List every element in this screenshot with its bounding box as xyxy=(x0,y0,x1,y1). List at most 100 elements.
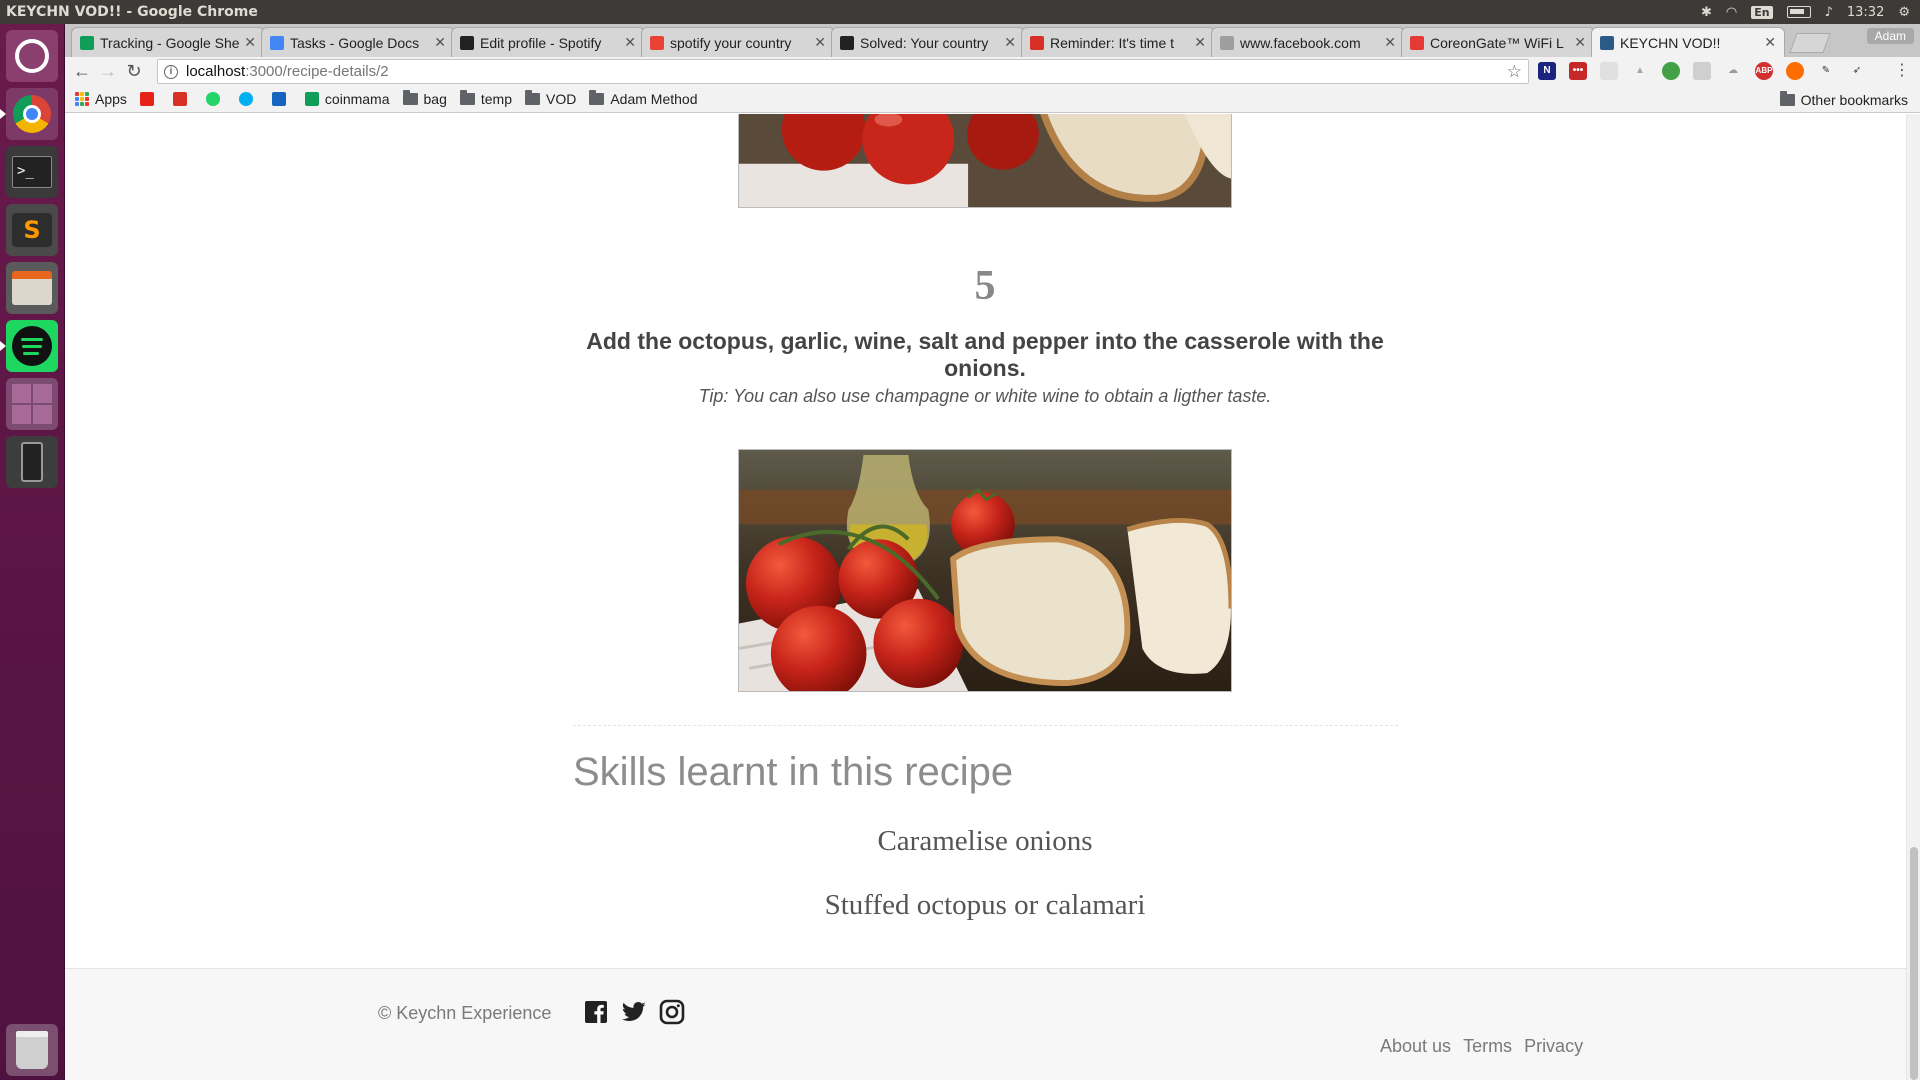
scrollbar-thumb[interactable] xyxy=(1910,847,1918,1080)
tab-close-icon[interactable]: ✕ xyxy=(1384,34,1396,51)
extension-blank-icon[interactable] xyxy=(1600,62,1618,80)
browser-tab[interactable]: Edit profile - Spotify ✕ xyxy=(451,27,645,57)
tab-close-icon[interactable]: ✕ xyxy=(434,34,446,51)
bookmark-whatsapp[interactable] xyxy=(205,92,226,106)
clock[interactable]: 13:32 xyxy=(1847,5,1884,20)
launcher-sublime-button[interactable]: S xyxy=(6,204,58,256)
page-viewport: 5 Add the octopus, garlic, wine, salt an… xyxy=(65,114,1906,1080)
system-tray: ✱ ◠ En ♪ 13:32 ⚙ xyxy=(1701,5,1920,20)
bookmark-folder[interactable]: bag xyxy=(402,90,447,107)
browser-menu-icon[interactable]: ⋮ xyxy=(1894,60,1910,80)
launcher-workspaces-button[interactable] xyxy=(6,378,58,430)
battery-icon[interactable] xyxy=(1786,6,1811,18)
bookmark-folder[interactable]: temp xyxy=(459,90,512,107)
extension-grid-icon[interactable] xyxy=(1693,62,1711,80)
facebook-icon[interactable] xyxy=(583,999,609,1025)
about-us-link[interactable]: About us xyxy=(1380,1036,1451,1057)
spotify-icon xyxy=(12,326,52,366)
tab-close-icon[interactable]: ✕ xyxy=(244,34,256,51)
bookmark-apps[interactable]: Apps xyxy=(75,91,127,107)
tab-close-icon[interactable]: ✕ xyxy=(1764,34,1776,51)
bookmark-site[interactable]: coinmama xyxy=(304,91,390,107)
bookmark-star-icon[interactable]: ☆ xyxy=(1507,62,1522,82)
ubuntu-logo-icon xyxy=(15,39,49,73)
step-tip: Tip: You can also use champagne or white… xyxy=(698,386,1272,406)
volume-icon[interactable]: ♪ xyxy=(1825,5,1833,20)
tab-close-icon[interactable]: ✕ xyxy=(1194,34,1206,51)
other-bookmarks[interactable]: Other bookmarks xyxy=(1779,91,1908,108)
browser-tab[interactable]: Solved: Your country ✕ xyxy=(831,27,1025,57)
bookmark-skype[interactable] xyxy=(238,92,259,106)
launcher-chrome-button[interactable] xyxy=(0,88,58,140)
tab-label: KEYCHN VOD!! xyxy=(1620,34,1721,51)
tab-label: spotify your country xyxy=(670,34,792,51)
tomato-bread-photo xyxy=(739,114,1231,207)
privacy-link[interactable]: Privacy xyxy=(1524,1036,1583,1057)
launcher-spotify-button[interactable] xyxy=(0,320,58,372)
terminal-icon: >_ xyxy=(12,156,52,188)
extension-rocket-icon[interactable]: ➶ xyxy=(1848,62,1866,80)
whatsapp-icon xyxy=(205,92,220,106)
bookmark-gmail[interactable] xyxy=(172,92,193,106)
browser-tab[interactable]: Reminder: It's time t ✕ xyxy=(1021,27,1215,57)
launcher-device-button[interactable] xyxy=(6,436,58,488)
new-tab-button[interactable] xyxy=(1789,33,1831,53)
step-instruction: Add the octopus, garlic, wine, salt and … xyxy=(586,328,1384,381)
extension-eyedropper-icon[interactable]: ✎ xyxy=(1817,62,1835,80)
bookmark-folder[interactable]: Adam Method xyxy=(589,90,698,107)
instagram-icon[interactable] xyxy=(659,999,685,1025)
terms-link[interactable]: Terms xyxy=(1463,1036,1512,1057)
tab-close-icon[interactable]: ✕ xyxy=(1004,34,1016,51)
tab-label: Edit profile - Spotify xyxy=(480,34,602,51)
page-scrollbar[interactable] xyxy=(1906,114,1920,1080)
wifi-icon[interactable]: ◠ xyxy=(1726,5,1737,20)
browser-tab[interactable]: Tasks - Google Docs ✕ xyxy=(261,27,455,57)
adblock-plus-icon[interactable]: ABP xyxy=(1755,62,1773,80)
twitter-icon[interactable] xyxy=(621,999,647,1025)
extension-n-icon[interactable]: N xyxy=(1538,62,1556,80)
browser-tab[interactable]: KEYCHN VOD!! ✕ xyxy=(1591,27,1785,57)
tab-close-icon[interactable]: ✕ xyxy=(814,34,826,51)
extension-triangle-icon[interactable]: ▲ xyxy=(1631,62,1649,80)
reload-icon[interactable]: ↻ xyxy=(121,61,147,82)
profile-button[interactable]: Adam xyxy=(1866,28,1914,44)
skill-item[interactable]: Stuffed octopus or calamari xyxy=(585,889,1385,922)
settings-gear-icon[interactable]: ⚙ xyxy=(1898,5,1910,20)
site-info-icon[interactable]: i xyxy=(164,64,178,79)
back-arrow-icon[interactable]: ← xyxy=(69,61,95,82)
bookmark-folder[interactable]: VOD xyxy=(525,90,576,107)
address-bar[interactable]: i localhost:3000/recipe-details/2 ☆ xyxy=(157,59,1529,84)
gmail-icon xyxy=(172,92,187,106)
tab-favicon-icon xyxy=(840,35,854,50)
launcher-trash-button[interactable] xyxy=(6,1024,58,1076)
arrow-icon xyxy=(271,92,286,106)
launcher-terminal-button[interactable]: >_ xyxy=(6,146,58,198)
extension-cloud-icon[interactable]: ☁ xyxy=(1724,62,1742,80)
recipe-step-image xyxy=(738,449,1232,692)
browser-tab[interactable]: Tracking - Google She ✕ xyxy=(71,27,265,57)
tab-close-icon[interactable]: ✕ xyxy=(624,34,636,51)
launcher-dash-button[interactable] xyxy=(6,30,58,82)
youtube-icon xyxy=(139,92,154,106)
browser-tab[interactable]: www.facebook.com ✕ xyxy=(1211,27,1405,57)
launcher-files-button[interactable] xyxy=(6,262,58,314)
tab-close-icon[interactable]: ✕ xyxy=(1574,34,1586,51)
tab-favicon-icon xyxy=(460,35,474,50)
keyboard-layout-indicator[interactable]: En xyxy=(1751,5,1773,19)
extension-circle-icon[interactable] xyxy=(1662,62,1680,80)
bookmark-label: bag xyxy=(423,91,447,107)
apps-grid-icon xyxy=(75,92,89,106)
tab-label: CoreonGate™ WiFi L xyxy=(1430,34,1564,51)
folder-icon xyxy=(459,90,475,105)
extension-fox-icon[interactable] xyxy=(1786,62,1804,80)
browser-tab[interactable]: CoreonGate™ WiFi L ✕ xyxy=(1401,27,1595,57)
skype-icon xyxy=(238,92,253,106)
bookmark-youtube[interactable] xyxy=(139,92,160,106)
tab-label: Tracking - Google She xyxy=(100,34,240,51)
bookmark-arrow[interactable] xyxy=(271,92,292,106)
forward-arrow-icon[interactable]: → xyxy=(95,61,121,82)
bluetooth-icon[interactable]: ✱ xyxy=(1701,5,1712,20)
extension-lastpass-icon[interactable]: ••• xyxy=(1569,62,1587,80)
browser-tab[interactable]: spotify your country ✕ xyxy=(641,27,835,57)
skill-item[interactable]: Caramelise onions xyxy=(585,825,1385,858)
